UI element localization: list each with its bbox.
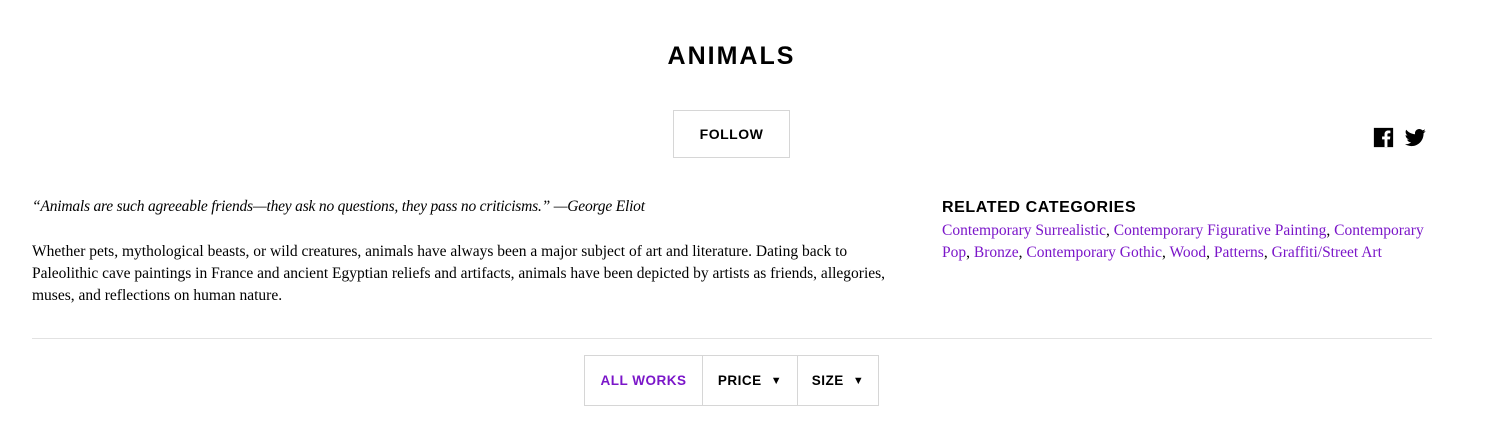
- related-link-patterns[interactable]: Patterns: [1214, 244, 1264, 261]
- related-link-bronze[interactable]: Bronze: [974, 244, 1019, 261]
- facebook-icon[interactable]: [1373, 127, 1394, 148]
- caret-down-icon: ▼: [770, 374, 783, 387]
- social-share: [1373, 127, 1426, 148]
- follow-button[interactable]: FOLLOW: [673, 110, 790, 158]
- category-description: Whether pets, mythological beasts, or wi…: [32, 243, 886, 304]
- related-categories: RELATED CATEGORIES Contemporary Surreali…: [942, 198, 1442, 264]
- filter-size-dropdown[interactable]: SIZE ▼: [797, 356, 878, 405]
- filter-bar: ALL WORKS PRICE ▼ SIZE ▼: [584, 355, 879, 406]
- related-link-contemporary-surrealistic[interactable]: Contemporary Surrealistic: [942, 222, 1106, 239]
- page-title: ANIMALS: [667, 42, 796, 70]
- intro-quote: “Animals are such agreeable friends—they…: [32, 198, 645, 215]
- twitter-icon[interactable]: [1405, 127, 1426, 148]
- section-divider: [32, 338, 1432, 339]
- filter-price-label: PRICE: [717, 373, 762, 388]
- related-links: Contemporary Surrealistic, Contemporary …: [942, 222, 1424, 261]
- filter-size-label: SIZE: [811, 373, 844, 388]
- filter-price-dropdown[interactable]: PRICE ▼: [702, 356, 797, 405]
- related-link-graffiti-street-art[interactable]: Graffiti/Street Art: [1272, 244, 1382, 261]
- related-categories-heading: RELATED CATEGORIES: [942, 199, 1137, 216]
- filter-all-works[interactable]: ALL WORKS: [585, 356, 702, 405]
- caret-down-icon: ▼: [852, 374, 865, 387]
- related-link-wood[interactable]: Wood: [1169, 244, 1206, 261]
- related-link-contemporary-figurative-painting[interactable]: Contemporary Figurative Painting: [1114, 222, 1327, 239]
- related-link-contemporary-gothic[interactable]: Contemporary Gothic: [1026, 244, 1162, 261]
